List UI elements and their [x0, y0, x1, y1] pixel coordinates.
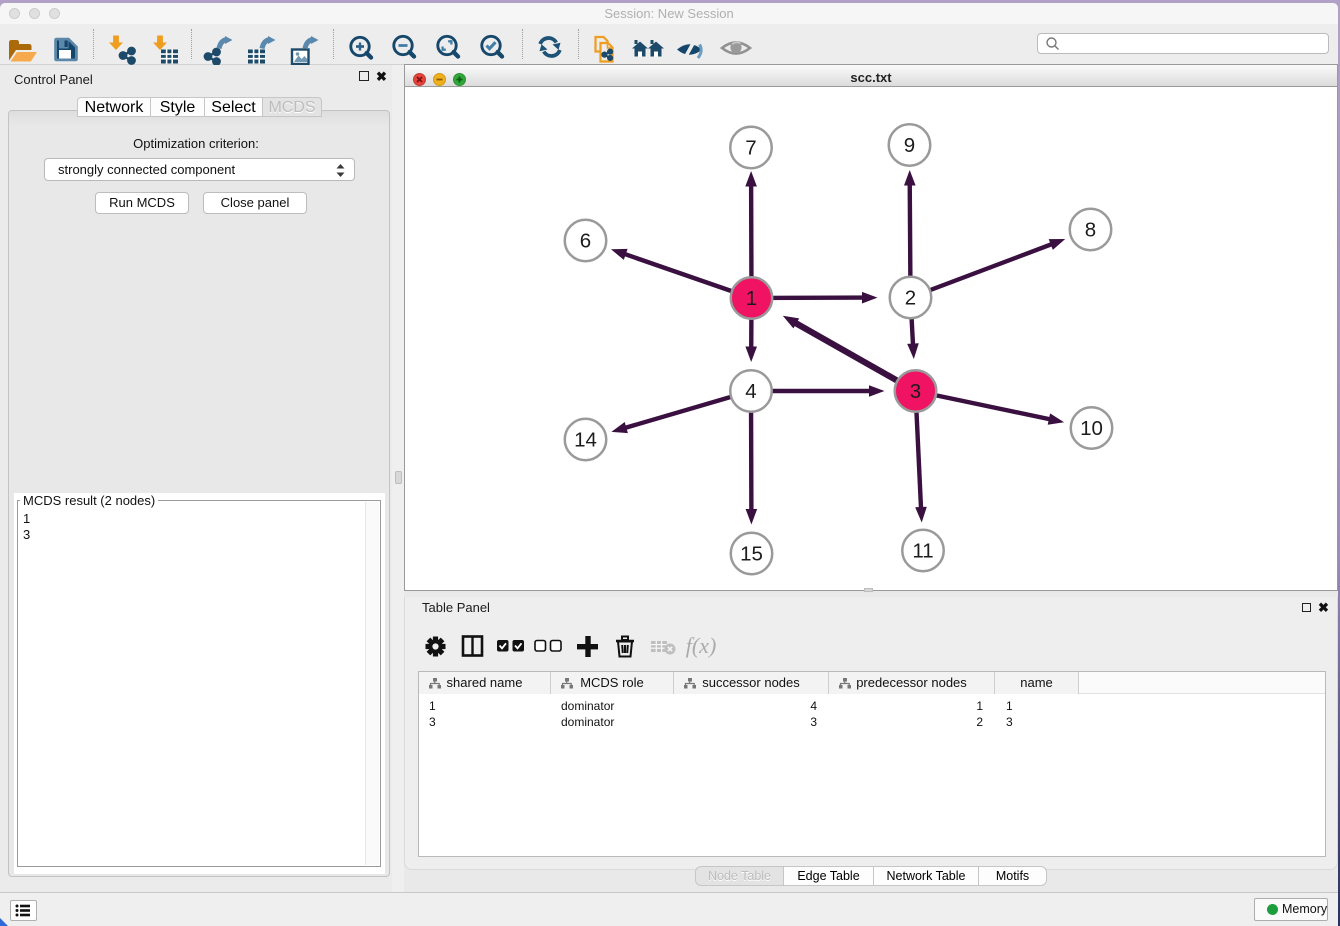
svg-text:3: 3: [910, 380, 921, 403]
svg-text:10: 10: [1080, 417, 1103, 440]
svg-text:7: 7: [745, 137, 756, 160]
svg-text:8: 8: [1085, 219, 1096, 242]
svg-text:6: 6: [580, 230, 591, 253]
svg-text:9: 9: [904, 134, 915, 157]
svg-text:4: 4: [745, 380, 756, 403]
svg-text:1: 1: [746, 287, 757, 310]
svg-text:2: 2: [905, 287, 916, 310]
svg-text:14: 14: [574, 429, 597, 452]
svg-text:11: 11: [912, 540, 933, 563]
svg-text:15: 15: [740, 543, 763, 566]
svg-text:f(x): f(x): [686, 635, 717, 658]
